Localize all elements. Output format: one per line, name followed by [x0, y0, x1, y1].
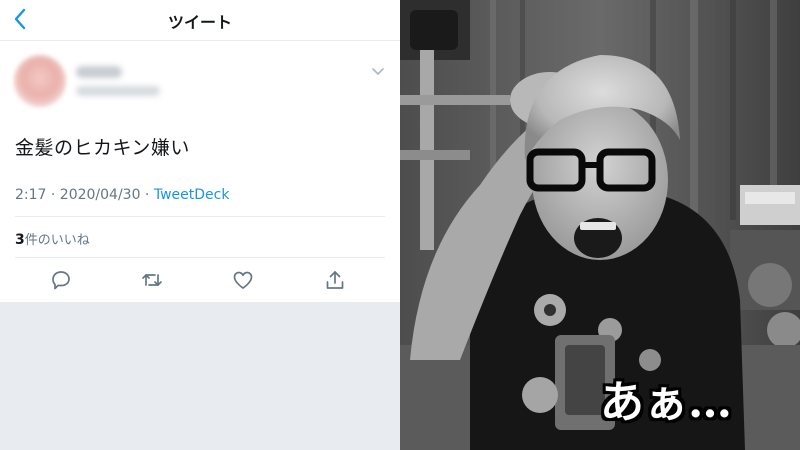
reply-icon: [52, 271, 70, 290]
share-icon: [326, 271, 344, 289]
like-count: 3: [15, 232, 25, 248]
tweet-menu-button[interactable]: [369, 64, 387, 80]
blurred-display-name: [76, 66, 122, 78]
screen: ツイート 金髪のヒカキン嫌い 2:17 · 2020/04/30 · Tweet…: [0, 0, 800, 450]
chevron-down-icon: [372, 68, 384, 75]
avatar[interactable]: [14, 55, 66, 107]
divider: [15, 216, 385, 217]
tweet-card: ツイート 金髪のヒカキン嫌い 2:17 · 2020/04/30 · Tweet…: [0, 0, 400, 302]
blurred-username: [76, 86, 160, 96]
like-count-row[interactable]: 3件のいいね: [15, 229, 90, 248]
video-caption: あぁ…: [600, 377, 732, 428]
tweet-timestamp: 2:17 · 2020/04/30 ·: [15, 187, 154, 203]
divider: [15, 257, 385, 258]
navigation-bar: ツイート: [0, 0, 400, 41]
page-title: ツイート: [167, 13, 232, 32]
tweet-text: 金髪のヒカキン嫌い: [15, 137, 190, 159]
like-count-label: 件のいいね: [24, 233, 90, 248]
share-button[interactable]: [323, 268, 347, 292]
reply-button[interactable]: [49, 268, 73, 292]
heart-icon: [233, 271, 253, 289]
tweet-source-link[interactable]: TweetDeck: [154, 187, 230, 203]
like-button[interactable]: [231, 268, 255, 292]
retweet-icon: [142, 274, 162, 286]
tweet-meta: 2:17 · 2020/04/30 · TweetDeck: [15, 187, 229, 203]
retweet-button[interactable]: [140, 268, 164, 292]
tweet-panel: ツイート 金髪のヒカキン嫌い 2:17 · 2020/04/30 · Tweet…: [0, 0, 400, 450]
